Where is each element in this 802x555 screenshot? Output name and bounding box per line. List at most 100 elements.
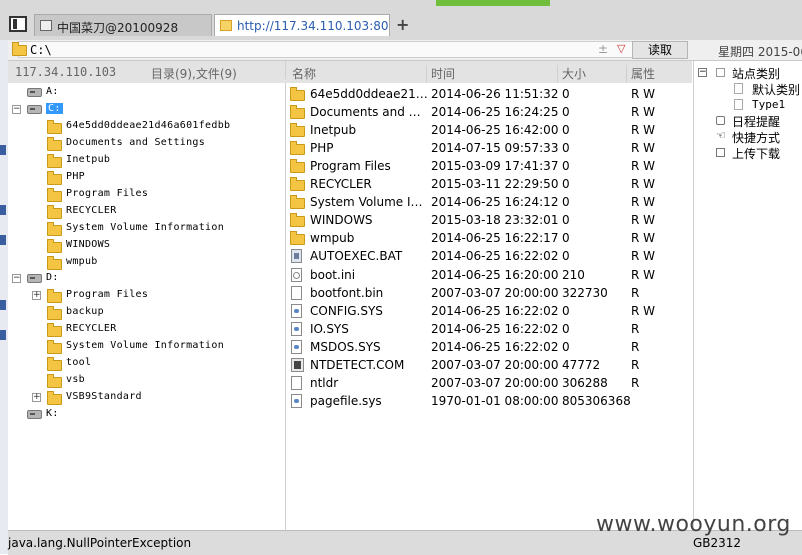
file-icon [291, 285, 302, 300]
tree-node[interactable]: WINDOWS [8, 238, 284, 255]
tree-node[interactable]: A: [8, 85, 284, 102]
path-input[interactable] [18, 41, 638, 58]
tree-node[interactable]: System Volume Information [8, 339, 284, 356]
tab-label: http://117.34.110.103:8090/... [237, 19, 389, 33]
column-time[interactable]: 时间 [431, 65, 455, 82]
file-name: WINDOWS [310, 213, 373, 228]
tree-node-label: 64e5dd0ddeae21d46a601fedbb [66, 119, 231, 131]
file-row[interactable]: IO.SYS 2014-06-25 16:22:02 0 R [286, 320, 692, 338]
sys-file-icon [291, 339, 302, 354]
expand-icon[interactable]: + [32, 393, 41, 403]
drive-icon [27, 88, 42, 97]
ini-file-icon [291, 267, 302, 282]
column-size[interactable]: 大小 [562, 65, 586, 82]
file-time: 2014-06-25 16:22:17 [431, 231, 559, 246]
file-row[interactable]: Documents and Settings2014-06-25 16:24:2… [286, 103, 692, 121]
file-row[interactable]: bootfont.bin 2007-03-07 20:00:00 322730 R [286, 284, 692, 302]
file-name: Documents and Settings [310, 105, 428, 120]
tree-node[interactable]: − D: [8, 271, 284, 288]
tree-node[interactable]: PHP [8, 170, 284, 187]
column-attr[interactable]: 属性 [631, 65, 655, 82]
tree-node[interactable]: + Program Files [8, 288, 284, 305]
file-attr: R W [631, 87, 656, 101]
tree-node[interactable]: tool [8, 356, 284, 373]
tree-node[interactable]: System Volume Information [8, 221, 284, 238]
file-row[interactable]: System Volume Inform...2014-06-25 16:24:… [286, 193, 692, 211]
file-time: 2014-06-26 11:51:32 [431, 87, 559, 101]
tree-node-label: Program Files [66, 187, 149, 199]
tree-node-label: Inetpub [66, 153, 111, 165]
folder-icon [290, 213, 305, 228]
encoding-indicator[interactable]: GB2312 [693, 536, 741, 550]
file-row[interactable]: boot.ini 2014-06-25 16:20:00 210 R W [286, 266, 692, 284]
folder-icon [290, 159, 305, 174]
file-row[interactable]: ntldr 2007-03-07 20:00:00 306288 R [286, 374, 692, 392]
file-row[interactable]: PHP 2014-07-15 09:57:33 0 R W [286, 139, 692, 157]
collapse-icon[interactable]: − [12, 104, 21, 114]
file-row[interactable]: RECYCLER 2015-03-11 22:29:50 0 R W [286, 175, 692, 193]
file-name: RECYCLER [310, 177, 372, 192]
tree-node[interactable]: wmpub [8, 255, 284, 272]
file-list: 64e5dd0ddeae21d46a...2014-06-26 11:51:32… [286, 83, 692, 530]
folder-icon [47, 238, 62, 253]
chevron-down-icon[interactable]: ▽ [617, 42, 625, 55]
tree-node[interactable]: Documents and Settings [8, 136, 284, 153]
file-row[interactable]: WINDOWS 2015-03-18 23:32:01 0 R W [286, 211, 692, 229]
file-name: NTDETECT.COM [310, 357, 405, 372]
bookmark-toggle-icon[interactable]: ± [598, 42, 608, 56]
tree-node[interactable]: RECYCLER [8, 204, 284, 221]
file-row[interactable]: 64e5dd0ddeae21d46a...2014-06-26 11:51:32… [286, 85, 692, 103]
file-attr: R W [631, 231, 656, 246]
tree-node[interactable]: 64e5dd0ddeae21d46a601fedbb [8, 119, 284, 136]
expand-icon[interactable]: + [32, 291, 41, 301]
tree-node-label: PHP [66, 170, 85, 182]
file-time: 2014-06-25 16:20:00 [431, 267, 559, 282]
column-name[interactable]: 名称 [292, 65, 316, 82]
file-row[interactable]: CONFIG.SYS 2014-06-25 16:22:02 0 R W [286, 302, 692, 320]
new-tab-button[interactable]: + [396, 15, 409, 34]
collapse-icon[interactable]: − [698, 68, 707, 77]
file-attr: R W [631, 159, 656, 174]
column-header: 117.34.110.103 目录(9),文件(9) 名称 时间 大小 属性 [8, 61, 692, 84]
file-row[interactable]: AUTOEXEC.BAT 2014-06-25 16:22:02 0 R W [286, 247, 692, 265]
read-button[interactable]: 读取 [632, 41, 688, 59]
file-time: 2007-03-07 20:00:00 [431, 375, 559, 390]
file-icon [291, 375, 302, 390]
file-time: 2007-03-07 20:00:00 [431, 357, 559, 372]
tree-node-label: Program Files [66, 289, 149, 301]
tree-node-label: wmpub [66, 255, 98, 267]
file-size: 0 [562, 339, 570, 354]
tree-node[interactable]: K: [8, 407, 284, 424]
file-attr: R W [631, 123, 656, 138]
file-row[interactable]: MSDOS.SYS 2014-06-25 16:22:02 0 R [286, 338, 692, 356]
path-text[interactable]: C:\ [30, 43, 52, 57]
folder-icon [290, 141, 305, 156]
file-row[interactable]: pagefile.sys 1970-01-01 08:00:00 805306368 [286, 392, 692, 410]
file-row[interactable]: NTDETECT.COM 2007-03-07 20:00:00 47772 R [286, 356, 692, 374]
tree-node-label: tool [66, 357, 92, 369]
tree-node[interactable]: − C: [8, 102, 284, 119]
shortcuts-label: 快捷方式 [732, 131, 781, 145]
folder-icon [290, 231, 305, 246]
folder-icon [47, 187, 62, 202]
file-row[interactable]: Program Files 2015-03-09 17:41:37 0 R W [286, 157, 692, 175]
tree-node[interactable]: Inetpub [8, 153, 284, 170]
file-size: 0 [562, 177, 570, 192]
panel-toggle-icon[interactable] [9, 16, 27, 32]
file-time: 2014-06-25 16:22:02 [431, 249, 559, 264]
site-panel: − 站点类别 默认类别 Type1 日程提醒 ☜ 快捷方式 上传下载 [693, 61, 802, 530]
tree-node[interactable]: + VSB9Standard [8, 390, 284, 407]
tree-node-label: RECYCLER [66, 323, 117, 335]
tree-node[interactable]: vsb [8, 373, 284, 390]
file-size: 322730 [562, 285, 608, 300]
collapse-icon[interactable]: − [12, 274, 21, 284]
tree-node[interactable]: backup [8, 305, 284, 322]
tree-node[interactable]: RECYCLER [8, 322, 284, 339]
tab-remote-shell[interactable]: http://117.34.110.103:8090/... [214, 14, 390, 36]
file-row[interactable]: wmpub 2014-06-25 16:22:17 0 R W [286, 229, 692, 247]
tree-node[interactable]: Program Files [8, 187, 284, 204]
file-row[interactable]: Inetpub 2014-06-25 16:42:00 0 R W [286, 121, 692, 139]
watermark-text: www.wooyun.org [596, 512, 791, 537]
tab-caidao[interactable]: 中国菜刀@20100928 [34, 14, 212, 36]
file-name: Inetpub [310, 123, 357, 138]
